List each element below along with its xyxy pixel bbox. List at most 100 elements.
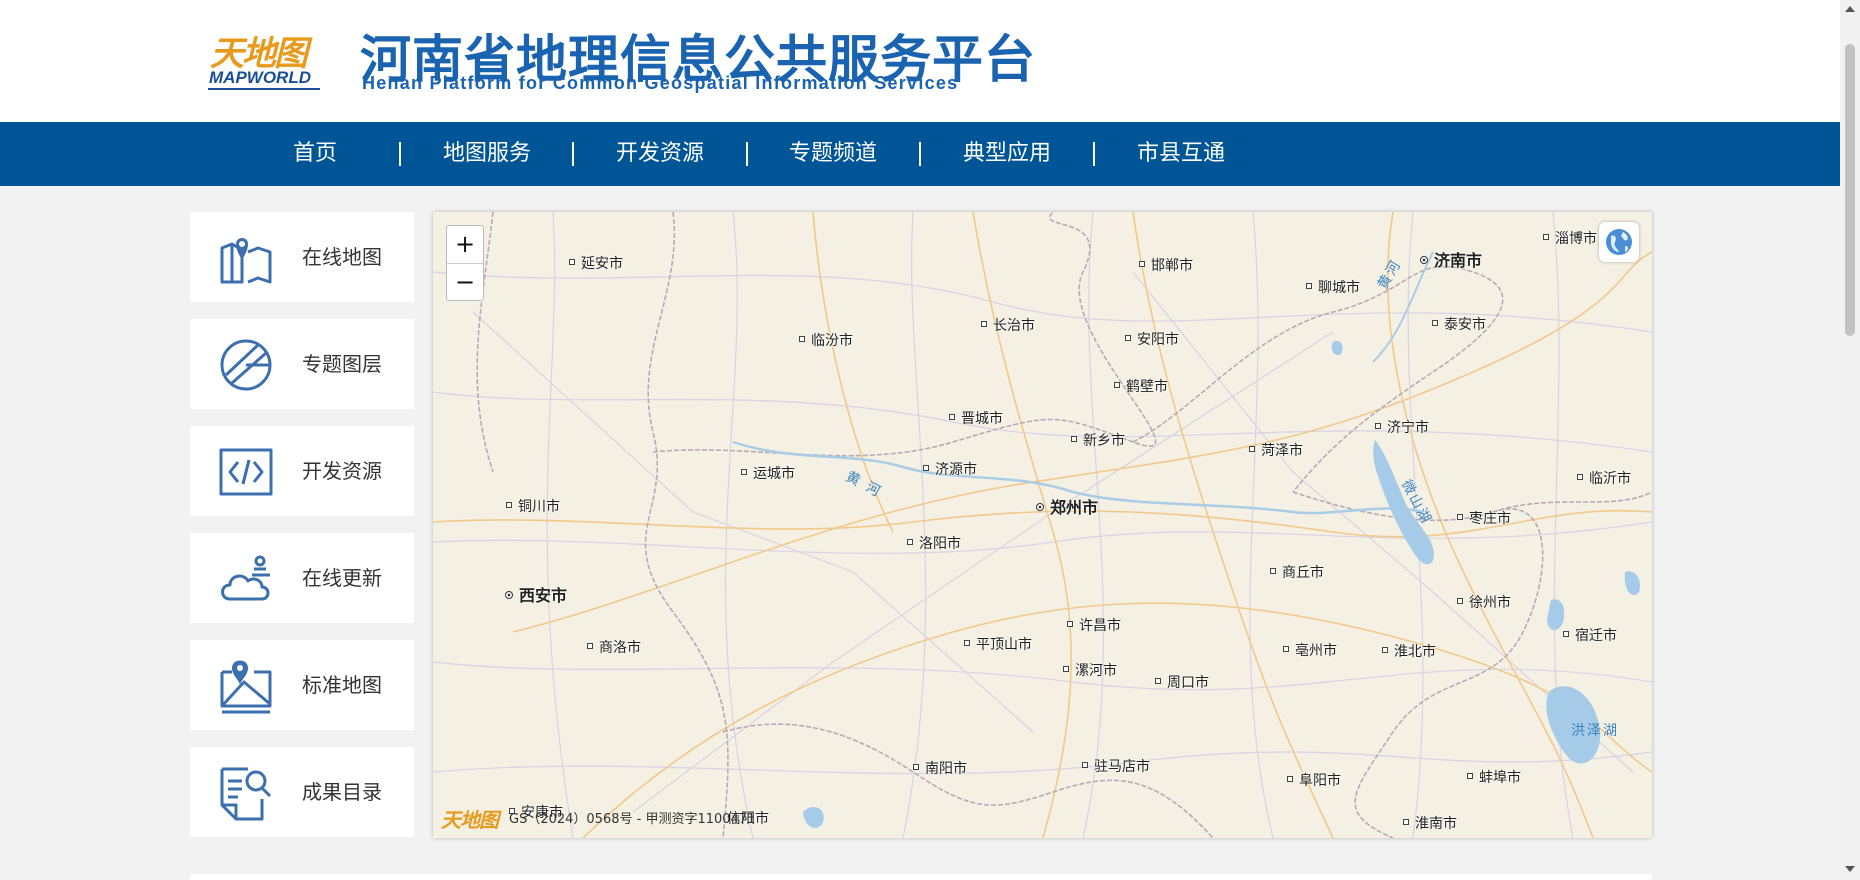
- nav-item-topics[interactable]: 专题频道: [778, 122, 888, 186]
- map-pin-icon: [218, 230, 274, 286]
- sidebar-item-label: 成果目录: [302, 780, 382, 804]
- city-dot: [923, 465, 929, 471]
- cloud-update-icon: [218, 551, 274, 607]
- city-dot: [1563, 631, 1569, 637]
- nav-item-dev-resources[interactable]: 开发资源: [605, 122, 715, 186]
- city-dot: [1139, 261, 1145, 267]
- city-dot: [1125, 335, 1131, 341]
- city-dot: [1457, 598, 1463, 604]
- city-name: 驻马店市: [1094, 759, 1150, 775]
- zoom-out-button[interactable]: −: [447, 264, 483, 301]
- city-label: 济源市: [923, 459, 977, 479]
- city-dot: [1577, 474, 1583, 480]
- city-dot: [505, 590, 513, 599]
- city-dot: [569, 259, 575, 265]
- city-label: 枣庄市: [1457, 508, 1511, 528]
- city-label: 漯河市: [1063, 660, 1117, 680]
- city-label: 淮南市: [1403, 813, 1457, 833]
- city-label: 亳州市: [1283, 640, 1337, 660]
- city-name: 铜川市: [518, 499, 560, 515]
- logo-en-text: MAPWORLD: [209, 68, 311, 87]
- code-icon: [218, 444, 274, 500]
- map-view[interactable]: 延安市 邯郸市 济南市 淄博市 聊城市 长治市 临汾市 安阳市 泰安市 鹤壁市 …: [433, 212, 1652, 838]
- city-name: 许昌市: [1079, 618, 1121, 634]
- nav-separator: [572, 142, 574, 166]
- city-dot: [1375, 423, 1381, 429]
- city-label: 铜川市: [506, 496, 560, 516]
- mapworld-logo[interactable]: 天地图 MAPWORLD: [206, 24, 322, 92]
- sidebar-item-catalog[interactable]: 成果目录: [190, 747, 414, 837]
- city-label: 安阳市: [1125, 329, 1179, 349]
- city-name: 亳州市: [1295, 643, 1337, 659]
- city-dot: [506, 502, 512, 508]
- city-label: 驻马店市: [1082, 756, 1150, 776]
- city-dot: [1071, 436, 1077, 442]
- city-dot: [1287, 776, 1293, 782]
- city-label: 西安市: [505, 582, 567, 606]
- city-label: 晋城市: [949, 408, 1003, 428]
- sidebar-item-thematic-layers[interactable]: 专题图层: [190, 319, 414, 409]
- sidebar-item-dev-resources[interactable]: 开发资源: [190, 426, 414, 516]
- city-label: 商丘市: [1270, 562, 1324, 582]
- city-label: 济南市: [1420, 247, 1482, 271]
- city-dot: [1306, 283, 1312, 289]
- scroll-down-arrow-icon[interactable]: [1845, 866, 1855, 872]
- city-label: 淄博市: [1543, 228, 1597, 248]
- bottom-panel: [190, 874, 1652, 880]
- layers-icon: [218, 337, 274, 393]
- city-name: 枣庄市: [1469, 511, 1511, 527]
- sidebar-item-online-map[interactable]: 在线地图: [190, 212, 414, 302]
- sidebar-item-label: 在线更新: [302, 566, 382, 590]
- city-name: 周口市: [1167, 675, 1209, 691]
- city-dot: [1270, 568, 1276, 574]
- city-label: 徐州市: [1457, 592, 1511, 612]
- city-dot: [1249, 446, 1255, 452]
- standard-map-icon: [218, 658, 274, 714]
- nav-item-applications[interactable]: 典型应用: [952, 122, 1062, 186]
- city-dot: [981, 321, 987, 327]
- catalog-search-icon: [218, 765, 274, 821]
- page-scrollbar[interactable]: [1840, 0, 1860, 880]
- city-dot: [1457, 514, 1463, 520]
- city-label: 淮北市: [1382, 641, 1436, 661]
- map-attribution-logo: 天地图: [441, 808, 499, 832]
- city-name: 邯郸市: [1151, 258, 1193, 274]
- city-label: 长治市: [981, 315, 1035, 335]
- city-label: 阜阳市: [1287, 770, 1341, 790]
- city-label: 济宁市: [1375, 417, 1429, 437]
- nav-item-map-services[interactable]: 地图服务: [432, 122, 542, 186]
- globe-layer-button[interactable]: [1599, 222, 1639, 262]
- city-dot: [587, 643, 593, 649]
- city-name: 淮北市: [1394, 644, 1436, 660]
- city-dot: [1382, 647, 1388, 653]
- nav-separator: [1093, 142, 1095, 166]
- nav-separator: [399, 142, 401, 166]
- city-name: 济宁市: [1387, 420, 1429, 436]
- city-dot: [1036, 502, 1044, 511]
- city-dot: [1283, 646, 1289, 652]
- city-dot: [1420, 255, 1428, 264]
- city-name: 蚌埠市: [1479, 770, 1521, 786]
- city-name: 长治市: [993, 318, 1035, 334]
- nav-item-home[interactable]: 首页: [270, 122, 360, 186]
- city-name: 临沂市: [1589, 471, 1631, 487]
- sidebar-item-standard-map[interactable]: 标准地图: [190, 640, 414, 730]
- city-name: 临汾市: [811, 333, 853, 349]
- zoom-in-button[interactable]: +: [447, 226, 483, 263]
- lake-label: 洪泽湖: [1571, 723, 1619, 739]
- city-label: 邯郸市: [1139, 255, 1193, 275]
- city-label: 泰安市: [1432, 314, 1486, 334]
- city-label: 平顶山市: [964, 634, 1032, 654]
- sidebar-item-online-update[interactable]: 在线更新: [190, 533, 414, 623]
- city-dot: [1063, 666, 1069, 672]
- city-name: 徐州市: [1469, 595, 1511, 611]
- nav-item-city-county[interactable]: 市县互通: [1126, 122, 1236, 186]
- city-dot: [1403, 819, 1409, 825]
- scroll-thumb[interactable]: [1845, 44, 1855, 336]
- city-name: 泰安市: [1444, 317, 1486, 333]
- site-header: 天地图 MAPWORLD 河南省地理信息公共服务平台 Henan Platfor…: [0, 0, 1840, 122]
- city-name: 鹤壁市: [1126, 379, 1168, 395]
- scroll-up-arrow-icon[interactable]: [1845, 6, 1855, 12]
- city-name: 洛阳市: [919, 536, 961, 552]
- logo-underline: [208, 88, 320, 90]
